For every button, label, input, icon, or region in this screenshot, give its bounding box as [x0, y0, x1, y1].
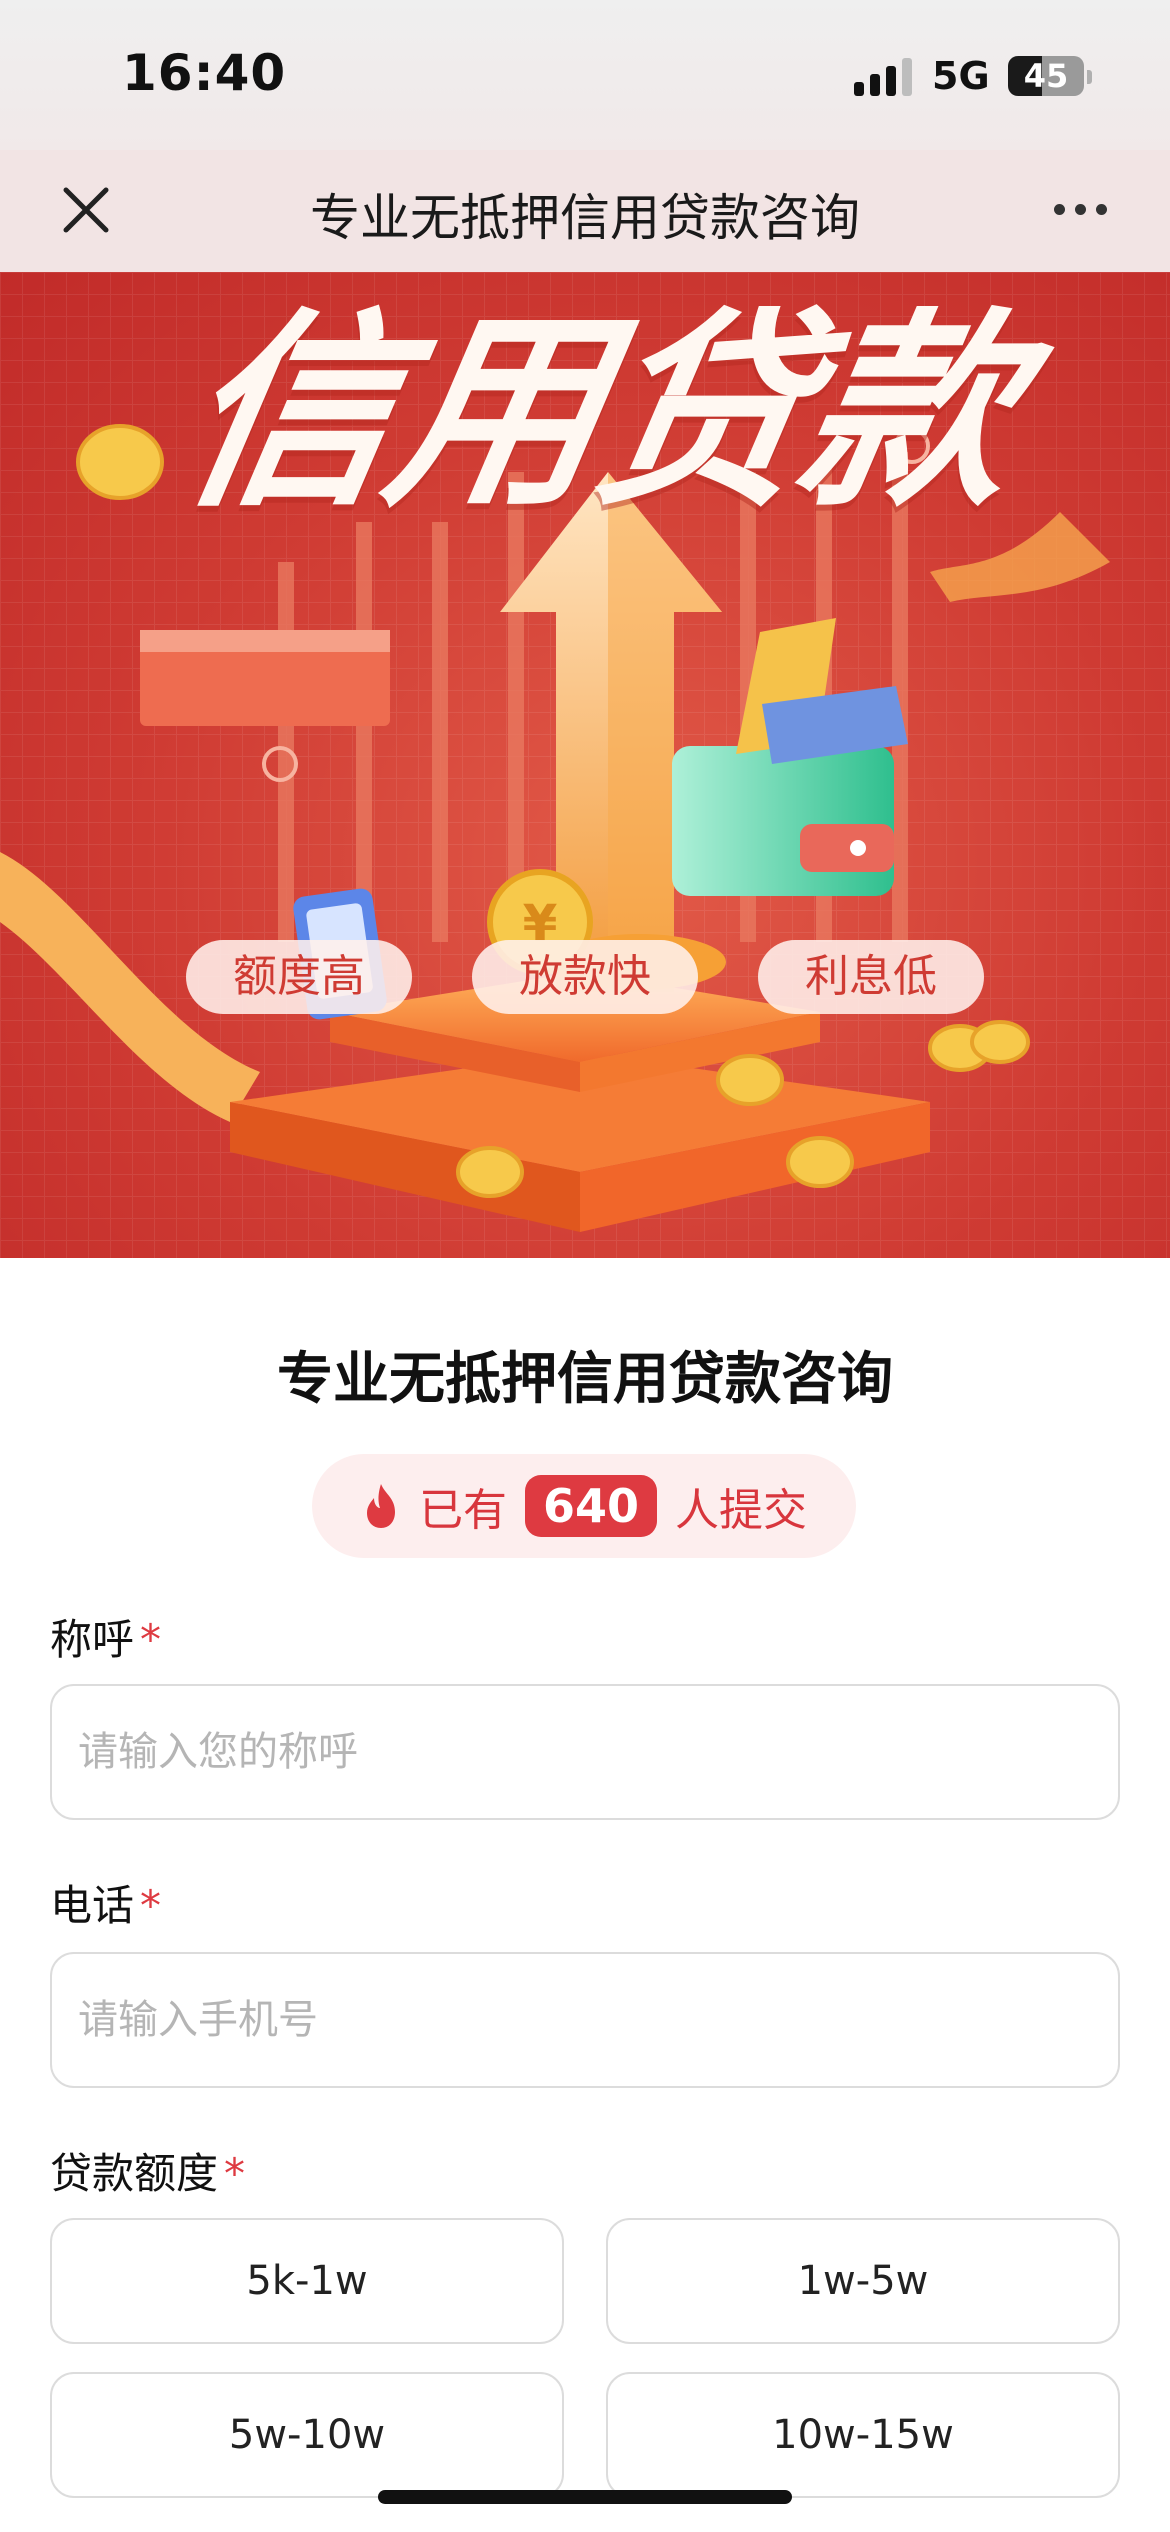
- required-mark: *: [140, 1881, 162, 1930]
- counter-prefix: 已有: [418, 1485, 507, 1536]
- form-title: 专业无抵押信用贷款咨询: [277, 1347, 893, 1412]
- counter-suffix: 人提交: [675, 1485, 808, 1536]
- required-mark: *: [224, 2149, 246, 2198]
- more-icon[interactable]: [1054, 204, 1107, 215]
- banner-tag: 额度高: [186, 940, 412, 1014]
- amount-label-text: 贷款额度: [50, 2149, 219, 2198]
- banner-headline: 信用贷款: [165, 290, 1033, 535]
- name-input[interactable]: [50, 1684, 1120, 1820]
- banner-tag: 利息低: [758, 940, 984, 1014]
- nav-title: 专业无抵押信用贷款咨询: [310, 189, 860, 247]
- signal-icon: [854, 56, 912, 96]
- name-label-text: 称呼: [50, 1615, 135, 1664]
- required-mark: *: [140, 1615, 162, 1664]
- counter-number: 640: [524, 1475, 658, 1537]
- amount-option-5w-10w[interactable]: 5w-10w: [50, 2372, 564, 2498]
- amount-option-1w-5w[interactable]: 1w-5w: [606, 2218, 1120, 2344]
- submission-counter: 已有 640 人提交: [312, 1454, 856, 1558]
- amount-field-label: 贷款额度 *: [50, 2140, 245, 2201]
- phone-label-text: 电话: [50, 1881, 135, 1930]
- promo-banner: ¥ 信用贷款 额度高 放款快 利息低: [0, 272, 1170, 1258]
- home-indicator[interactable]: [378, 2490, 792, 2504]
- amount-option-10w-15w[interactable]: 10w-15w: [606, 2372, 1120, 2498]
- nav-bar: 专业无抵押信用贷款咨询: [0, 150, 1170, 272]
- name-field-label: 称呼 *: [50, 1606, 161, 1667]
- banner-tag: 放款快: [472, 940, 698, 1014]
- status-time: 16:40: [122, 44, 287, 102]
- battery-tip: [1087, 70, 1092, 84]
- network-type: 5G: [932, 54, 990, 98]
- amount-option-5k-1w[interactable]: 5k-1w: [50, 2218, 564, 2344]
- status-bar: 16:40 5G 45: [0, 0, 1170, 150]
- phone-field-label: 电话 *: [50, 1872, 161, 1933]
- battery-icon: 45: [1008, 56, 1084, 96]
- fire-icon: [366, 1484, 395, 1528]
- phone-input[interactable]: [50, 1952, 1120, 2088]
